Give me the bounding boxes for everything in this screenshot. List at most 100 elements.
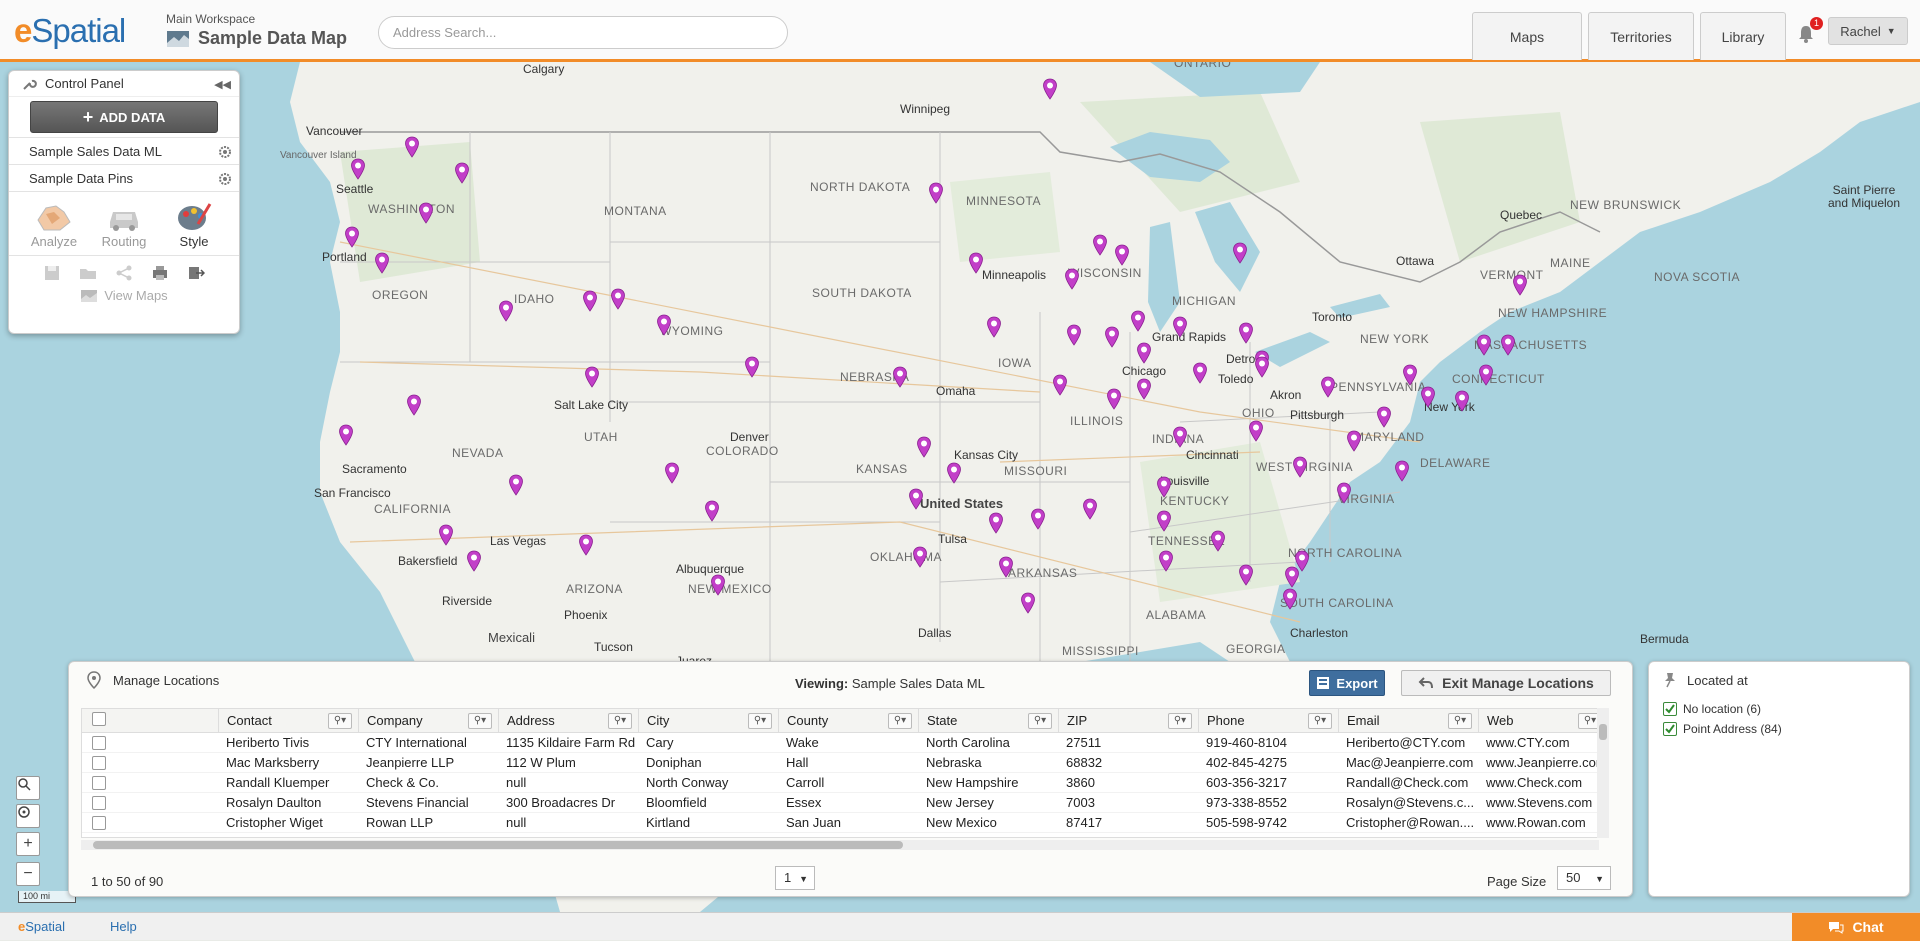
map-pin-icon[interactable]: [1172, 316, 1188, 338]
style-tool-button[interactable]: Style: [162, 200, 226, 249]
export-button[interactable]: Export: [1309, 670, 1385, 696]
table-row[interactable]: Cristopher Wiget Rowan LLP null Kirtland San…: [82, 813, 1608, 833]
map-pin-icon[interactable]: [744, 356, 760, 378]
scroll-thumb[interactable]: [93, 841, 903, 849]
save-icon[interactable]: [43, 264, 61, 282]
map-pin-icon[interactable]: [1292, 456, 1308, 478]
select-all-checkbox[interactable]: [92, 712, 106, 726]
print-icon[interactable]: [151, 264, 169, 282]
map-pin-icon[interactable]: [664, 462, 680, 484]
view-maps-button[interactable]: View Maps: [9, 286, 239, 303]
row-checkbox[interactable]: [92, 736, 106, 750]
filter-icon[interactable]: ⚲▾: [748, 713, 772, 729]
map-pin-icon[interactable]: [344, 226, 360, 248]
espatial-logo[interactable]: eSpatial: [14, 12, 126, 50]
map-pin-icon[interactable]: [1284, 566, 1300, 588]
checkbox-checked[interactable]: [1663, 722, 1677, 736]
map-pin-icon[interactable]: [928, 182, 944, 204]
map-pin-icon[interactable]: [1376, 406, 1392, 428]
map-pin-icon[interactable]: [1106, 388, 1122, 410]
map-pin-icon[interactable]: [1052, 374, 1068, 396]
nav-tab-territories[interactable]: Territories: [1588, 12, 1694, 60]
chat-button[interactable]: Chat: [1792, 913, 1920, 941]
gear-icon[interactable]: [217, 171, 233, 187]
table-row[interactable]: Randall Kluemper Check & Co. null North Con…: [82, 773, 1608, 793]
map-pin-icon[interactable]: [710, 574, 726, 596]
collapse-panel-icon[interactable]: ◀◀: [214, 78, 231, 91]
map-pin-icon[interactable]: [584, 366, 600, 388]
column-header-city[interactable]: City ⚲▾: [638, 709, 778, 732]
column-header-zip[interactable]: ZIP ⚲▾: [1058, 709, 1198, 732]
export-icon[interactable]: [187, 264, 205, 282]
table-row[interactable]: Mac Marksberry Jeanpierre LLP 112 W Plum Do…: [82, 753, 1608, 773]
map-pin-icon[interactable]: [466, 550, 482, 572]
column-header-state[interactable]: State ⚲▾: [918, 709, 1058, 732]
map-pin-icon[interactable]: [418, 202, 434, 224]
map-pin-icon[interactable]: [1136, 378, 1152, 400]
map-pin-icon[interactable]: [1158, 550, 1174, 572]
filter-icon[interactable]: ⚲▾: [1028, 713, 1052, 729]
zoom-out-button[interactable]: −: [16, 862, 40, 886]
filter-icon[interactable]: ⚲▾: [1168, 713, 1192, 729]
table-vertical-scrollbar[interactable]: [1597, 708, 1609, 838]
map-pin-icon[interactable]: [1238, 322, 1254, 344]
user-menu-button[interactable]: Rachel ▼: [1828, 17, 1908, 45]
page-size-select[interactable]: 50 ▼: [1557, 866, 1611, 890]
map-pin-icon[interactable]: [508, 474, 524, 496]
filter-icon[interactable]: ⚲▾: [1448, 713, 1472, 729]
map-pin-icon[interactable]: [1238, 564, 1254, 586]
map-pin-icon[interactable]: [1064, 268, 1080, 290]
share-icon[interactable]: [115, 264, 133, 282]
map-pin-icon[interactable]: [1192, 362, 1208, 384]
help-link[interactable]: Help: [110, 919, 137, 934]
filter-point-address[interactable]: Point Address (84): [1663, 722, 1782, 736]
map-pin-icon[interactable]: [1066, 324, 1082, 346]
layer-item-sales-data[interactable]: Sample Sales Data ML: [9, 137, 239, 164]
map-pin-icon[interactable]: [988, 512, 1004, 534]
map-pin-icon[interactable]: [1394, 460, 1410, 482]
address-search-input[interactable]: [378, 16, 788, 49]
map-pin-icon[interactable]: [454, 162, 470, 184]
map-pin-icon[interactable]: [1082, 498, 1098, 520]
map-pin-icon[interactable]: [1320, 376, 1336, 398]
map-pin-icon[interactable]: [350, 158, 366, 180]
map-pin-icon[interactable]: [1030, 508, 1046, 530]
map-pin-icon[interactable]: [1402, 364, 1418, 386]
map-pin-icon[interactable]: [1454, 390, 1470, 412]
gear-icon[interactable]: [217, 144, 233, 160]
column-header-web[interactable]: Web ⚲▾: [1478, 709, 1608, 732]
exit-manage-locations-button[interactable]: Exit Manage Locations: [1401, 670, 1611, 696]
map-pin-icon[interactable]: [1476, 334, 1492, 356]
table-row[interactable]: Heriberto Tivis CTY International 1135 Kil…: [82, 733, 1608, 753]
filter-icon[interactable]: ⚲▾: [1308, 713, 1332, 729]
row-checkbox[interactable]: [92, 776, 106, 790]
map-pin-icon[interactable]: [1210, 530, 1226, 552]
map-pin-icon[interactable]: [1336, 482, 1352, 504]
map-pin-icon[interactable]: [1512, 274, 1528, 296]
map-pin-icon[interactable]: [582, 290, 598, 312]
map-pin-icon[interactable]: [946, 462, 962, 484]
column-header-contact[interactable]: Contact ⚲▾: [218, 709, 358, 732]
map-pin-icon[interactable]: [1500, 334, 1516, 356]
map-pin-icon[interactable]: [1130, 310, 1146, 332]
map-pin-icon[interactable]: [1092, 234, 1108, 256]
map-pin-icon[interactable]: [1020, 592, 1036, 614]
page-number-select[interactable]: 1 ▼: [775, 866, 815, 890]
map-pin-icon[interactable]: [406, 394, 422, 416]
column-header-address[interactable]: Address ⚲▾: [498, 709, 638, 732]
filter-icon[interactable]: ⚲▾: [468, 713, 492, 729]
map-pin-icon[interactable]: [1282, 588, 1298, 610]
map-pin-icon[interactable]: [1156, 510, 1172, 532]
map-pin-icon[interactable]: [498, 300, 514, 322]
row-checkbox[interactable]: [92, 796, 106, 810]
nav-tab-library[interactable]: Library: [1700, 12, 1786, 60]
map-pin-icon[interactable]: [374, 252, 390, 274]
map-pin-icon[interactable]: [908, 488, 924, 510]
map-pin-icon[interactable]: [1172, 426, 1188, 448]
map-pin-icon[interactable]: [1156, 476, 1172, 498]
column-header-email[interactable]: Email ⚲▾: [1338, 709, 1478, 732]
nav-tab-maps[interactable]: Maps: [1472, 12, 1582, 60]
column-header-county[interactable]: County ⚲▾: [778, 709, 918, 732]
map-pin-icon[interactable]: [916, 436, 932, 458]
row-checkbox[interactable]: [92, 756, 106, 770]
